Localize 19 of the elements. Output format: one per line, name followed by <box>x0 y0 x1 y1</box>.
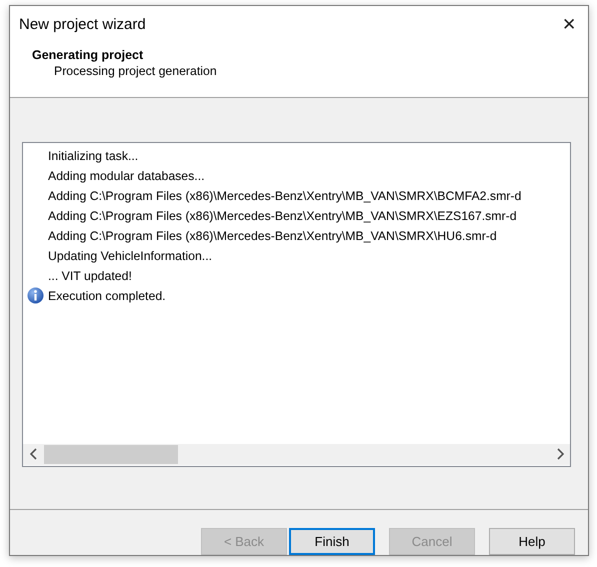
log-line: Adding C:\Program Files (x86)\Mercedes-Benz\Xentry\MB_VAN\SMRX\EZS167.smr-d <box>48 208 517 223</box>
window-title: New project wizard <box>19 16 146 32</box>
log-line: Execution completed. <box>48 288 166 303</box>
wizard-button[interactable]: Help <box>489 528 575 555</box>
horizontal-scrollbar[interactable] <box>23 444 570 465</box>
scroll-right-icon[interactable] <box>556 448 564 460</box>
scroll-left-icon[interactable] <box>30 448 38 460</box>
log-line: Updating VehicleInformation... <box>48 248 212 263</box>
log-line: Initializing task... <box>48 148 138 163</box>
log-line: Adding modular databases... <box>48 168 205 183</box>
info-icon <box>27 287 44 304</box>
close-icon[interactable]: ✕ <box>562 14 576 34</box>
page-title: Generating project <box>32 48 144 62</box>
page-subtitle: Processing project generation <box>54 64 218 78</box>
log-line: Adding C:\Program Files (x86)\Mercedes-Benz\Xentry\MB_VAN\SMRX\HU6.smr-d <box>48 228 497 243</box>
wizard-button[interactable]: Finish <box>289 528 375 555</box>
log-line: Adding C:\Program Files (x86)\Mercedes-Benz\Xentry\MB_VAN\SMRX\BCMFA2.smr-d <box>48 188 522 203</box>
scrollbar-thumb[interactable] <box>44 444 178 464</box>
log-line: ... VIT updated! <box>48 268 132 283</box>
